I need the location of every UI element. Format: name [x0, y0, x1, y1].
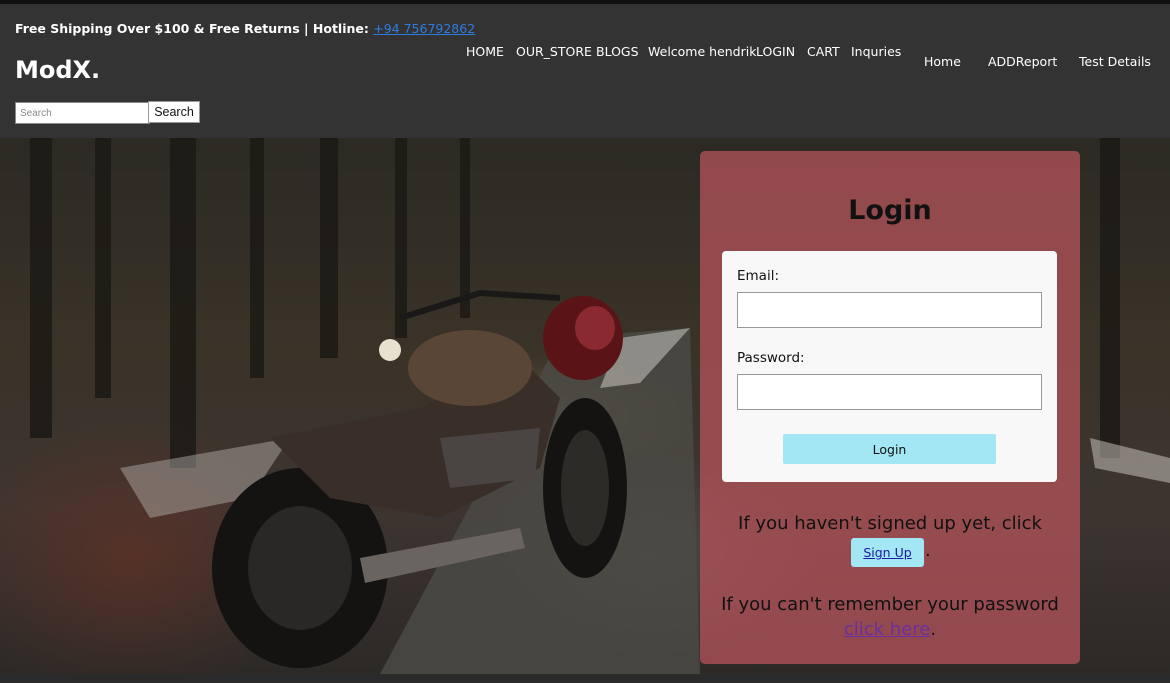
nav-welcome-user[interactable]: Welcome hendrik — [648, 44, 756, 59]
login-card: Login Email: Password: Login If you have… — [700, 151, 1080, 664]
nav-add-report[interactable]: ADDReport — [988, 54, 1057, 69]
nav-inquiries[interactable]: Inquries — [851, 44, 901, 59]
site-header: Free Shipping Over $100 & Free Returns |… — [0, 4, 1170, 138]
search-input[interactable] — [15, 102, 150, 124]
nav-cart[interactable]: CART — [807, 44, 840, 59]
nav-test-details[interactable]: Test Details — [1079, 54, 1151, 69]
email-label: Email: — [737, 268, 780, 284]
signup-prompt: If you haven't signed up yet, click — [738, 513, 1042, 534]
forgot-password-prompt: If you can't remember your password — [721, 594, 1059, 615]
password-field[interactable] — [737, 374, 1042, 410]
nav-secondary-home[interactable]: Home — [924, 54, 961, 69]
nav-blogs[interactable]: BLOGS — [596, 44, 639, 59]
promo-text: Free Shipping Over $100 & Free Returns |… — [15, 21, 374, 36]
forgot-password-line: click here. — [700, 619, 1080, 640]
email-field[interactable] — [737, 292, 1042, 328]
promo-bar: Free Shipping Over $100 & Free Returns |… — [15, 21, 475, 36]
login-submit-button[interactable]: Login — [783, 434, 996, 464]
forgot-password-link[interactable]: click here — [844, 619, 931, 640]
login-title: Login — [848, 195, 932, 226]
nav-home[interactable]: HOME — [466, 44, 504, 59]
signup-suffix: . — [925, 540, 931, 561]
login-form: Email: Password: Login — [722, 251, 1057, 482]
hotline-link[interactable]: +94 756792862 — [373, 21, 475, 36]
signup-button[interactable]: Sign Up — [851, 538, 924, 567]
forgot-suffix: . — [930, 619, 937, 640]
nav-login[interactable]: LOGIN — [756, 44, 795, 59]
site-logo[interactable]: ModX. — [15, 56, 100, 84]
search-button[interactable]: Search — [148, 101, 200, 123]
nav-our-store[interactable]: OUR_STORE — [516, 44, 592, 59]
password-label: Password: — [737, 350, 805, 366]
page-bottom-bar — [0, 674, 1170, 683]
